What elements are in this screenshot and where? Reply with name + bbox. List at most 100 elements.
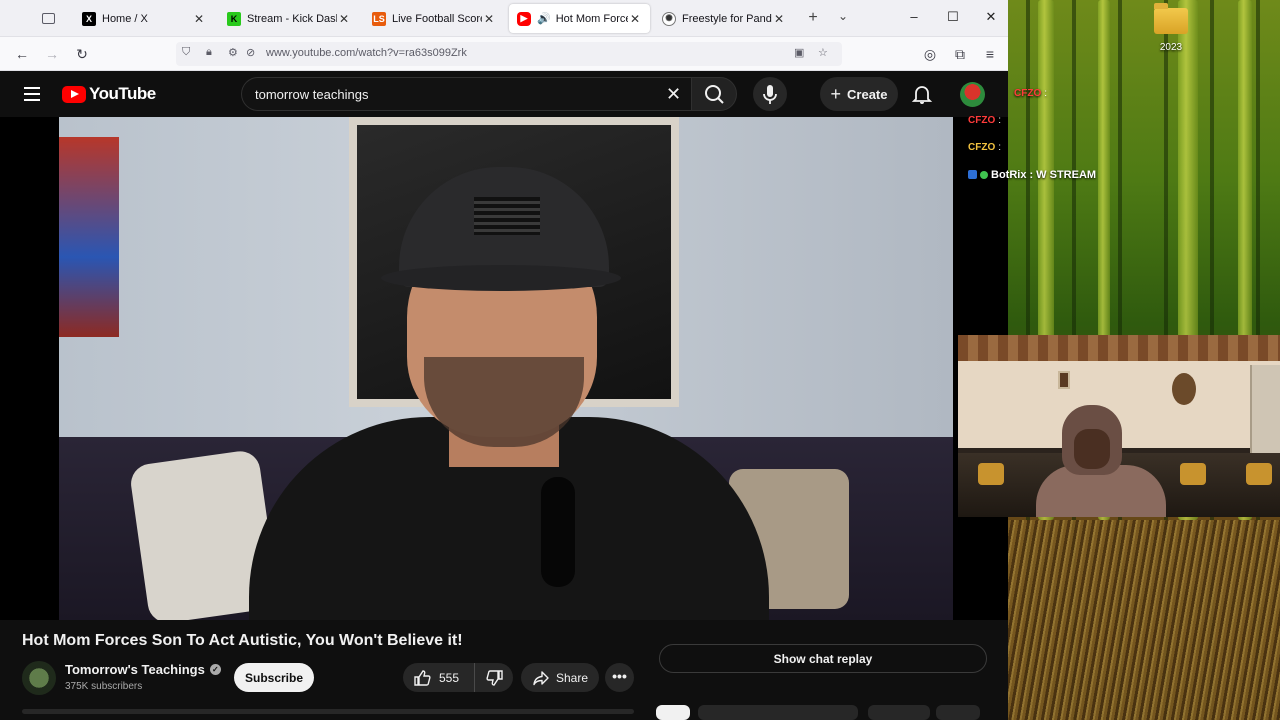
chat-username: BotRix (991, 168, 1027, 181)
picture-in-picture-icon[interactable]: ▣ (794, 46, 804, 59)
tab-title: Freestyle for Panda (682, 12, 772, 25)
tab-youtube-active[interactable]: ▶ 🔊 Hot Mom Forces ✕ (509, 4, 650, 33)
hamburger-menu-icon[interactable] (24, 87, 40, 101)
url-text: www.youtube.com/watch?v=ra63s099Zrk (266, 47, 467, 59)
chip[interactable] (868, 705, 930, 720)
tab-kick[interactable]: K Stream - Kick Dashbo ✕ (219, 4, 359, 33)
navigation-bar: ← → ↻ ⛉ 🔒︎ ⚙ ⊘ www.youtube.com/watch?v=r… (0, 37, 1008, 71)
shield-icon[interactable]: ⛉ (182, 46, 190, 59)
microphone-icon (763, 85, 777, 104)
search-button[interactable] (691, 77, 737, 111)
folder-icon (1154, 3, 1188, 34)
chevron-down-icon[interactable]: ⌄ (838, 9, 848, 23)
tab-x[interactable]: X Home / X ✕ (74, 4, 214, 33)
lock-icon[interactable]: 🔒︎ (206, 46, 212, 59)
close-icon[interactable]: ✕ (482, 12, 496, 26)
new-tab-button[interactable]: + (804, 9, 822, 27)
channel-avatar[interactable] (22, 661, 56, 695)
extensions-icon[interactable]: ⧉ (950, 44, 970, 64)
tab-title: Live Football Scores, F (392, 12, 482, 25)
share-arrow-icon (533, 670, 549, 685)
search-query: tomorrow teachings (255, 87, 369, 102)
show-chat-replay-button[interactable]: Show chat replay (659, 644, 987, 673)
desktop-folder[interactable]: 2023 (1152, 3, 1190, 58)
chip[interactable] (936, 705, 980, 720)
flag-patch-icon (474, 197, 540, 235)
forward-button[interactable]: → (42, 44, 62, 64)
create-label: Create (847, 86, 888, 102)
url-bar[interactable]: ⛉ 🔒︎ ⚙ ⊘ www.youtube.com/watch?v=ra63s09… (176, 42, 842, 66)
livescore-logo-icon: LS (372, 11, 386, 26)
search-input[interactable]: tomorrow teachings ✕ (241, 77, 691, 111)
camera-blocked-icon[interactable]: ⊘ (246, 46, 255, 59)
chat-username: CFZO (968, 142, 996, 153)
plus-icon: + (830, 83, 842, 104)
chat-message: BotRix : W STREAM (968, 161, 1148, 188)
video-title: Hot Mom Forces Son To Act Autistic, You … (22, 632, 463, 649)
close-icon[interactable]: ✕ (192, 12, 206, 26)
video-player[interactable] (0, 117, 1008, 620)
screen: 2023 X Home / X ✕ K Stream - Kick Dashbo… (0, 0, 1280, 720)
video-frame[interactable] (59, 117, 953, 620)
maximize-button[interactable]: ☐ (944, 9, 962, 25)
notifications-bell-icon[interactable] (911, 83, 933, 105)
straw-ground (1008, 520, 1280, 720)
account-icon[interactable]: ◎ (920, 44, 940, 64)
wall-frame (1058, 371, 1070, 389)
subscribe-button[interactable]: Subscribe (234, 663, 314, 692)
search-icon (705, 85, 724, 104)
more-actions-button[interactable]: ••• (605, 663, 634, 692)
x-logo-icon: X (82, 11, 96, 26)
thumbs-down-icon (486, 669, 503, 686)
close-window-button[interactable]: ✕ (982, 9, 1000, 25)
share-button[interactable]: Share (521, 663, 599, 692)
dislike-button[interactable] (479, 663, 511, 692)
share-label: Share (555, 670, 589, 685)
subscriber-count: 375K subscribers (65, 681, 143, 692)
chat-text: : (998, 142, 1001, 153)
back-button[interactable]: ← (12, 44, 32, 64)
close-icon[interactable]: ✕ (628, 12, 642, 26)
chat-username: CFZO (1014, 88, 1042, 99)
youtube-logo[interactable]: YouTube (62, 84, 156, 104)
permissions-icon[interactable]: ⚙ (228, 46, 238, 59)
clear-search-icon[interactable]: ✕ (666, 84, 681, 105)
channel-name[interactable]: Tomorrow's Teachings ✓ (65, 662, 221, 677)
close-icon[interactable]: ✕ (772, 12, 786, 26)
chat-message: CFZO : (968, 134, 1148, 161)
chat-text: : W STREAM (1029, 168, 1097, 181)
tab-chatgpt[interactable]: ✺ Freestyle for Panda ✕ (654, 4, 794, 33)
close-icon[interactable]: ✕ (337, 12, 351, 26)
bookmark-star-icon[interactable]: ☆ (818, 46, 828, 59)
create-button[interactable]: + Create (820, 77, 898, 111)
chat-username: CFZO (968, 115, 996, 126)
tab-title: Stream - Kick Dashbo (247, 12, 337, 25)
browser-window: X Home / X ✕ K Stream - Kick Dashbo ✕ LS… (0, 0, 1008, 720)
like-button[interactable]: 555 (403, 663, 475, 692)
chat-text: : (998, 115, 1001, 126)
stream-chat-overlay: CFZO : CFZO : CFZO : BotRix : W STREAM (968, 80, 1148, 188)
openai-logo-icon: ✺ (662, 11, 676, 26)
thumbs-up-icon (414, 669, 431, 686)
minimize-button[interactable]: – (905, 9, 923, 24)
chip[interactable] (656, 705, 690, 720)
webcam-overlay (958, 335, 1280, 517)
like-count: 555 (439, 670, 460, 685)
wall-poster (59, 137, 119, 337)
tab-livescore[interactable]: LS Live Football Scores, F ✕ (364, 4, 504, 33)
speaker-icon[interactable]: 🔊 (537, 12, 551, 25)
wall-decoration (1172, 373, 1196, 405)
kick-logo-icon: K (227, 11, 241, 26)
voice-search-button[interactable] (753, 77, 787, 111)
tab-list-button[interactable] (40, 10, 58, 28)
menu-icon[interactable]: ≡ (980, 44, 1000, 64)
chat-text: : (1044, 88, 1047, 99)
chip[interactable] (698, 705, 858, 720)
sunglasses (541, 477, 575, 587)
presenter (249, 157, 769, 620)
reload-button[interactable]: ↻ (72, 44, 92, 64)
description-box[interactable] (22, 709, 634, 714)
youtube-play-icon (62, 85, 86, 103)
chat-message: CFZO : (968, 80, 1148, 107)
youtube-header: YouTube tomorrow teachings ✕ + Create (0, 71, 1008, 117)
